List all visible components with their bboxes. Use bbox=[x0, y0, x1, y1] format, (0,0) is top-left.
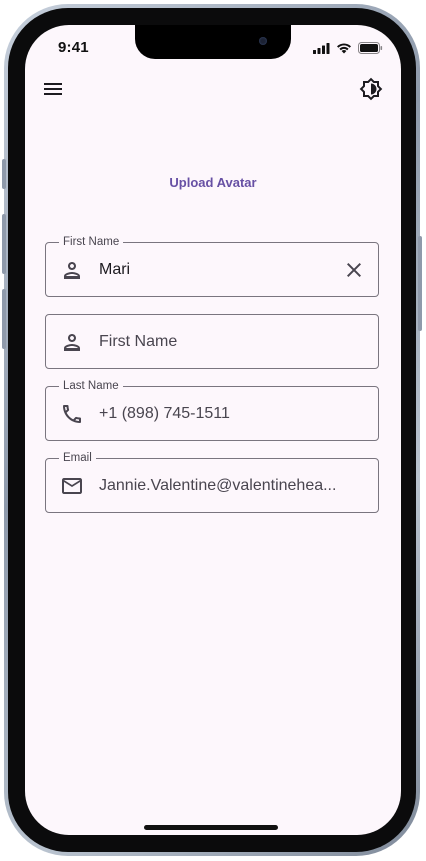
clear-icon[interactable] bbox=[342, 258, 366, 282]
person-icon bbox=[64, 334, 80, 351]
last-name-value: +1 (898) 745-1511 bbox=[99, 405, 230, 422]
volume-down-button bbox=[2, 289, 6, 349]
cellular-signal-icon bbox=[313, 42, 330, 54]
upload-avatar-button[interactable]: Upload Avatar bbox=[25, 175, 401, 190]
volume-up-button bbox=[2, 214, 6, 274]
front-camera bbox=[259, 37, 267, 45]
status-icons bbox=[313, 42, 383, 54]
email-label: Email bbox=[59, 451, 96, 465]
first-name-label: First Name bbox=[59, 235, 124, 249]
battery-icon bbox=[358, 42, 383, 54]
menu-icon bbox=[44, 83, 62, 95]
menu-button[interactable] bbox=[41, 77, 65, 101]
last-name-label: Last Name bbox=[59, 379, 123, 393]
mail-icon bbox=[62, 478, 82, 494]
theme-toggle-button[interactable] bbox=[359, 77, 383, 101]
app-screen: 9:41 Upload Avatar First Name Mari First… bbox=[25, 25, 401, 835]
status-time: 9:41 bbox=[58, 39, 89, 56]
notch bbox=[135, 25, 291, 59]
first-name-value: Mari bbox=[99, 261, 131, 278]
second-name-placeholder: First Name bbox=[99, 333, 178, 350]
home-indicator[interactable] bbox=[144, 825, 278, 830]
first-name-field[interactable]: First Name Mari bbox=[45, 235, 379, 297]
last-name-field[interactable]: Last Name +1 (898) 745-1511 bbox=[45, 379, 379, 441]
brightness-icon bbox=[359, 77, 383, 101]
power-button bbox=[418, 236, 422, 331]
email-value: Jannie.Valentine@valentinehea... bbox=[99, 477, 337, 494]
second-name-field[interactable]: First Name bbox=[45, 314, 379, 369]
email-field[interactable]: Email Jannie.Valentine@valentinehea... bbox=[45, 451, 379, 513]
phone-icon bbox=[63, 405, 81, 423]
wifi-icon bbox=[337, 43, 351, 54]
silent-switch bbox=[2, 159, 6, 189]
person-icon bbox=[64, 262, 80, 279]
